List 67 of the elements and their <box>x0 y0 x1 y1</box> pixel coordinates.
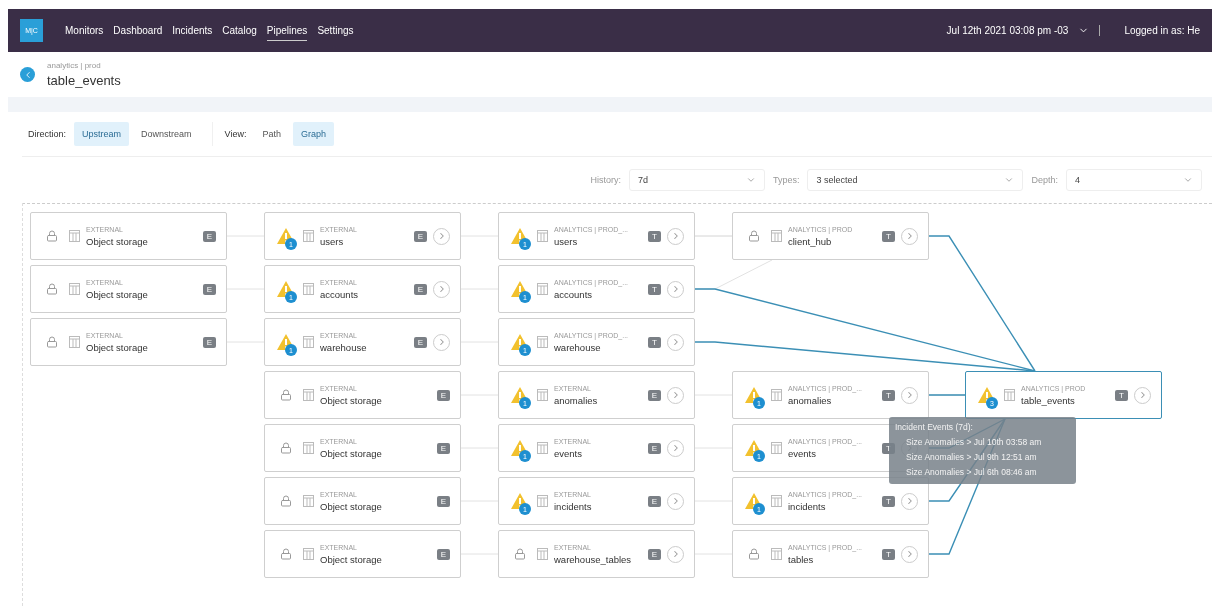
type-tag: E <box>436 495 450 507</box>
filter-label: History: <box>590 175 621 185</box>
node-name: anomalies <box>788 394 833 406</box>
type-tag: E <box>413 283 427 295</box>
type-tag: E <box>647 548 661 560</box>
node-name: incidents <box>788 500 827 512</box>
node-name: accounts <box>554 288 594 300</box>
node-name: warehouse <box>554 341 602 353</box>
type-tag: E <box>647 389 661 401</box>
type-tag: T <box>882 495 895 507</box>
view-toggle[interactable]: Path <box>254 122 289 146</box>
node-name: tables <box>788 553 815 565</box>
node-name: anomalies <box>554 394 599 406</box>
filter-select[interactable]: 7d <box>628 169 765 191</box>
node-name: warehouse <box>320 341 368 353</box>
node-name: table_events <box>1021 394 1076 406</box>
type-tag: E <box>436 442 450 454</box>
node-name: Object storage <box>320 500 383 512</box>
nav-link[interactable]: Pipelines <box>266 20 308 41</box>
node-name: client_hub <box>788 235 833 247</box>
type-tag: T <box>882 548 895 560</box>
type-tag: E <box>202 336 216 348</box>
node-name: Object storage <box>320 553 383 565</box>
filter-label: Types: <box>772 175 800 185</box>
node-name: events <box>554 447 583 459</box>
view-label: View: <box>224 129 247 139</box>
view-toggle[interactable]: Graph <box>292 122 334 146</box>
breadcrumb: analytics | prod <box>47 61 102 70</box>
type-tag: E <box>413 230 427 242</box>
type-tag: E <box>202 283 216 295</box>
type-tag: T <box>648 283 661 295</box>
direction-toggle[interactable]: Downstream <box>133 122 200 146</box>
page-title: table_events <box>47 73 121 88</box>
node-name: incidents <box>554 500 593 512</box>
node-name: events <box>788 447 817 459</box>
type-tag: E <box>202 230 216 242</box>
type-tag: T <box>882 230 895 242</box>
type-tag: T <box>648 336 661 348</box>
node-name: Object storage <box>86 235 149 247</box>
node-name: Object storage <box>86 288 149 300</box>
nav-link[interactable]: Incidents <box>172 20 213 41</box>
direction-label: Direction: <box>28 129 66 139</box>
nav-link[interactable]: Monitors <box>65 20 104 41</box>
user-label: Logged in as: He <box>1124 25 1200 36</box>
filter-label: Depth: <box>1031 175 1058 185</box>
direction-toggle[interactable]: Upstream <box>74 122 130 146</box>
type-tag: T <box>882 389 895 401</box>
type-tag: T <box>648 230 661 242</box>
filter-select[interactable]: 4 <box>1066 169 1202 191</box>
type-tag: E <box>647 495 661 507</box>
node-name: accounts <box>320 288 360 300</box>
node-name: users <box>554 235 579 247</box>
date-picker[interactable]: Jul 12th 2021 03:08 pm -03 <box>946 25 1101 36</box>
node-name: warehouse_tables <box>554 553 633 565</box>
nav-link[interactable]: Catalog <box>222 20 257 41</box>
nav-link[interactable]: Dashboard <box>113 20 163 41</box>
node-name: users <box>320 235 345 247</box>
type-tag: E <box>436 548 450 560</box>
type-tag: E <box>436 389 450 401</box>
type-tag: E <box>413 336 427 348</box>
node-name: Object storage <box>320 447 383 459</box>
node-name: Object storage <box>86 341 149 353</box>
filter-select[interactable]: 3 selected <box>807 169 1024 191</box>
type-tag: E <box>647 442 661 454</box>
type-tag: T <box>1115 389 1128 401</box>
node-name: Object storage <box>320 394 383 406</box>
nav-link[interactable]: Settings <box>317 20 354 41</box>
